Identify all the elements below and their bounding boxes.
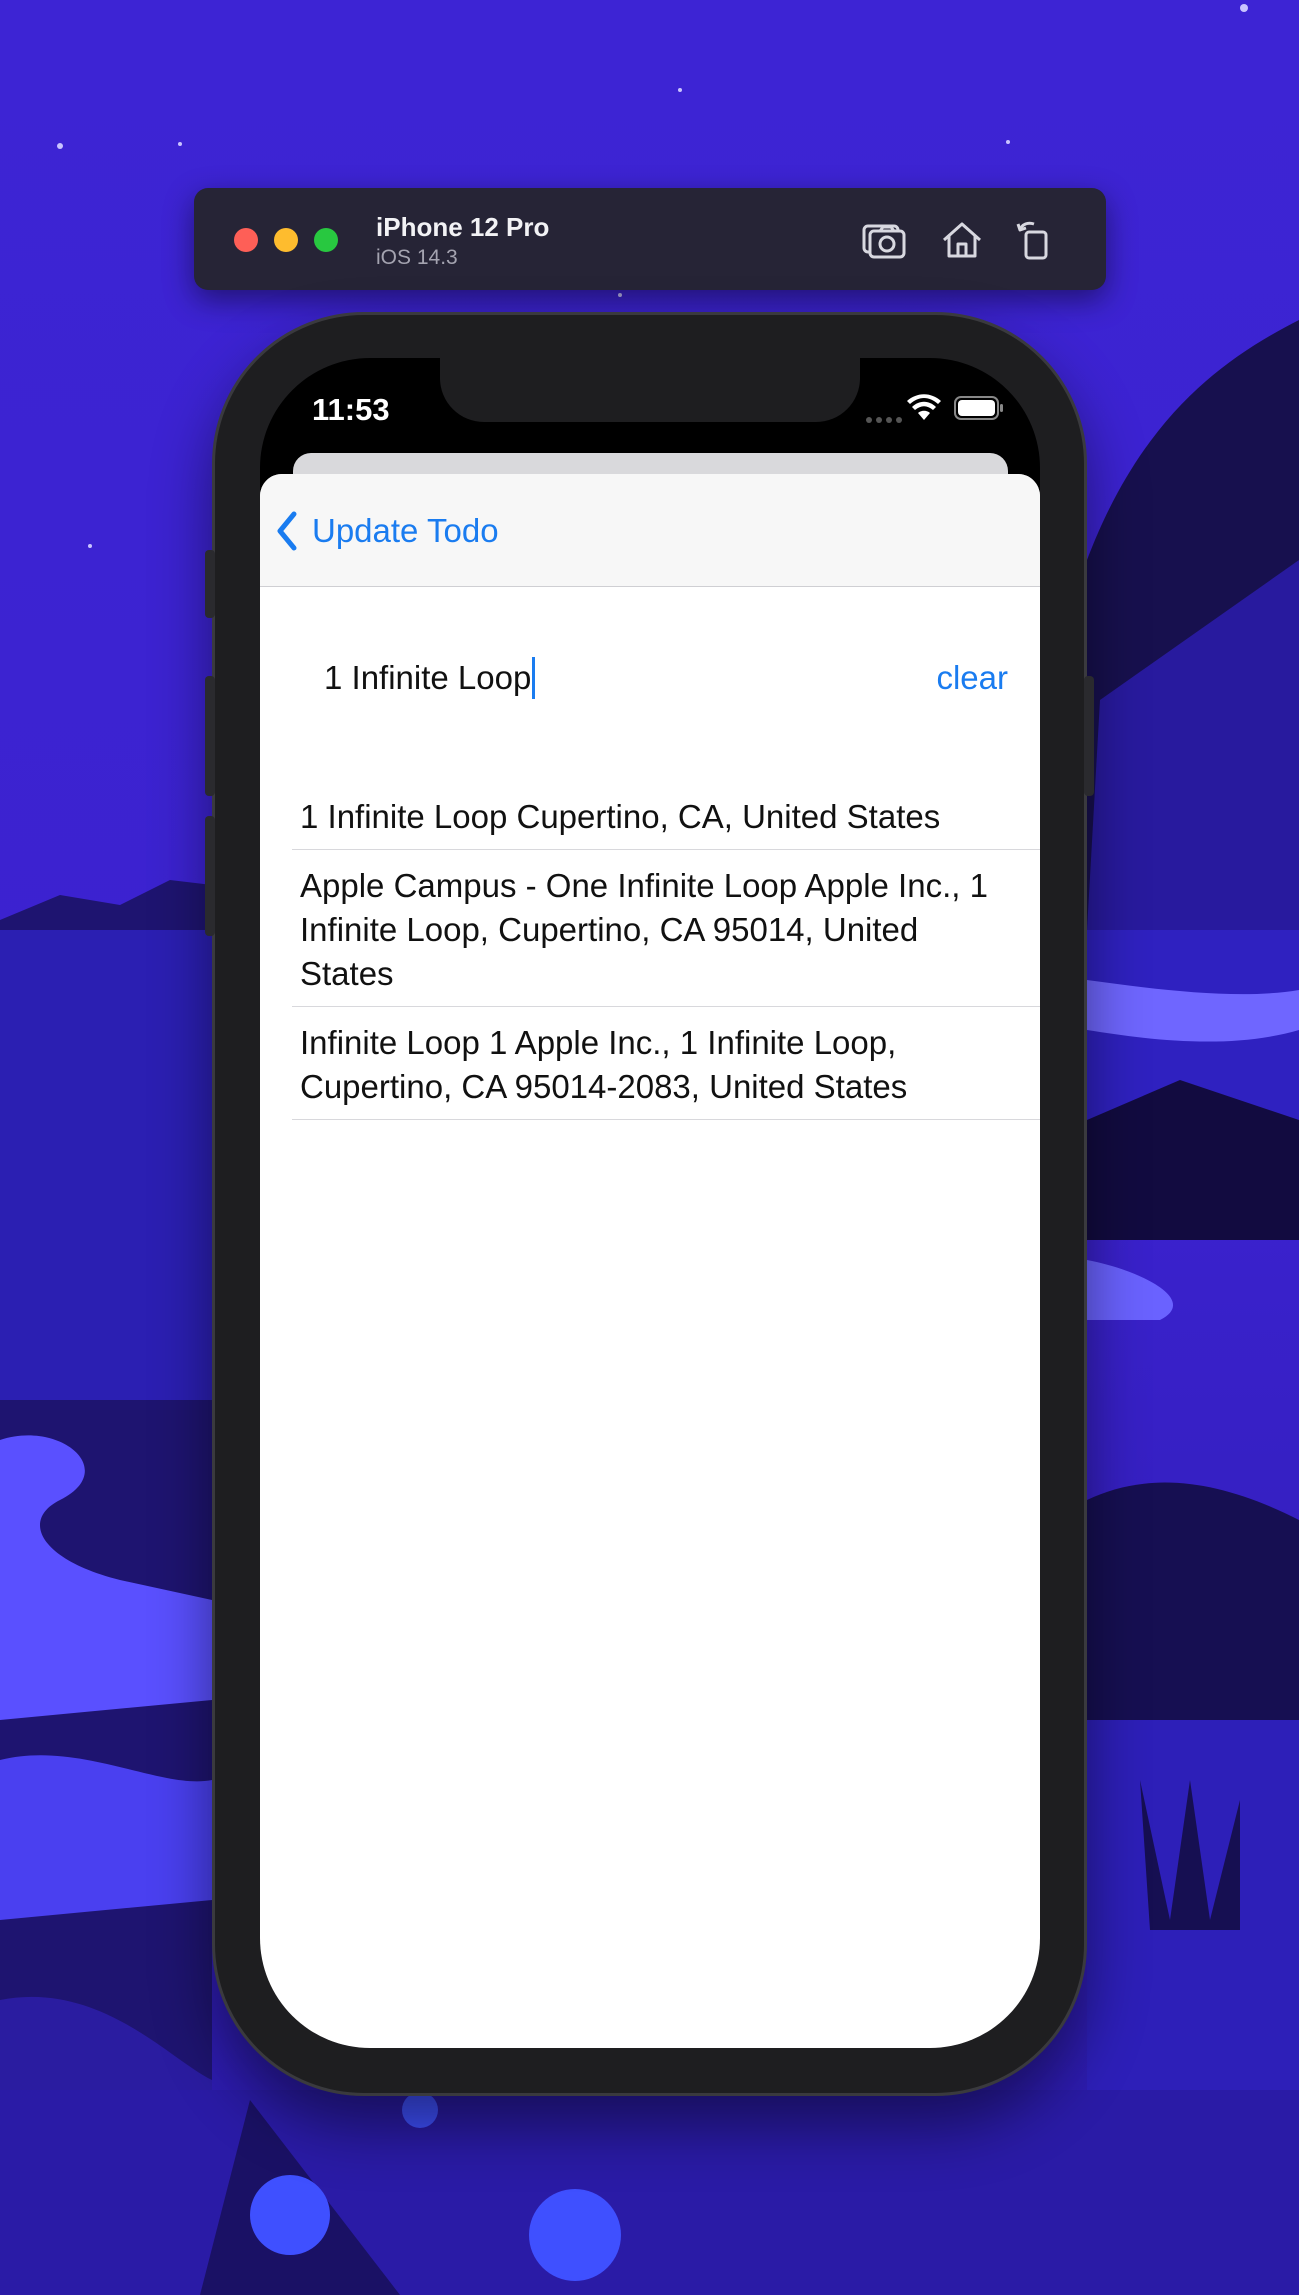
close-window-button[interactable] bbox=[234, 228, 258, 252]
clear-button[interactable]: clear bbox=[936, 648, 1008, 708]
simulator-os-version: iOS 14.3 bbox=[376, 246, 458, 269]
status-time: 11:53 bbox=[312, 392, 390, 427]
list-item[interactable]: 1 Infinite Loop Cupertino, CA, United St… bbox=[292, 781, 1040, 850]
address-search-value: 1 Infinite Loop bbox=[324, 659, 532, 696]
address-search-input[interactable]: 1 Infinite Loop bbox=[324, 648, 844, 708]
volume-up-button bbox=[205, 676, 215, 796]
rotate-icon[interactable] bbox=[1012, 216, 1060, 264]
battery-icon bbox=[954, 396, 1003, 420]
signal-icon bbox=[866, 410, 906, 428]
back-button-label: Update Todo bbox=[312, 512, 499, 549]
address-search-row: 1 Infinite Loop clear bbox=[260, 648, 1040, 708]
navigation-bar: Update Todo bbox=[260, 474, 1040, 587]
minimize-window-button[interactable] bbox=[274, 228, 298, 252]
home-icon[interactable] bbox=[938, 216, 986, 264]
address-results-list: 1 Infinite Loop Cupertino, CA, United St… bbox=[260, 781, 1040, 1120]
chevron-left-icon bbox=[277, 511, 297, 551]
wifi-icon bbox=[907, 394, 941, 420]
silent-switch bbox=[205, 550, 215, 618]
list-item[interactable]: Infinite Loop 1 Apple Inc., 1 Infinite L… bbox=[292, 1007, 1040, 1120]
simulator-title-bar: iPhone 12 Pro iOS 14.3 bbox=[194, 188, 1106, 290]
power-button bbox=[1084, 676, 1094, 796]
update-todo-sheet: Update Todo 1 Infinite Loop clear 1 Infi… bbox=[260, 474, 1040, 2048]
simulator-device-name: iPhone 12 Pro bbox=[376, 212, 550, 242]
notch bbox=[440, 358, 860, 422]
back-button[interactable]: Update Todo bbox=[272, 506, 499, 556]
zoom-window-button[interactable] bbox=[314, 228, 338, 252]
phone-screen: 11:53 Update Todo 1 Infinite Loop clear bbox=[260, 358, 1040, 2048]
screenshot-icon[interactable] bbox=[860, 216, 908, 264]
volume-down-button bbox=[205, 816, 215, 936]
list-item[interactable]: Apple Campus - One Infinite Loop Apple I… bbox=[292, 850, 1040, 1007]
text-cursor bbox=[532, 657, 536, 699]
